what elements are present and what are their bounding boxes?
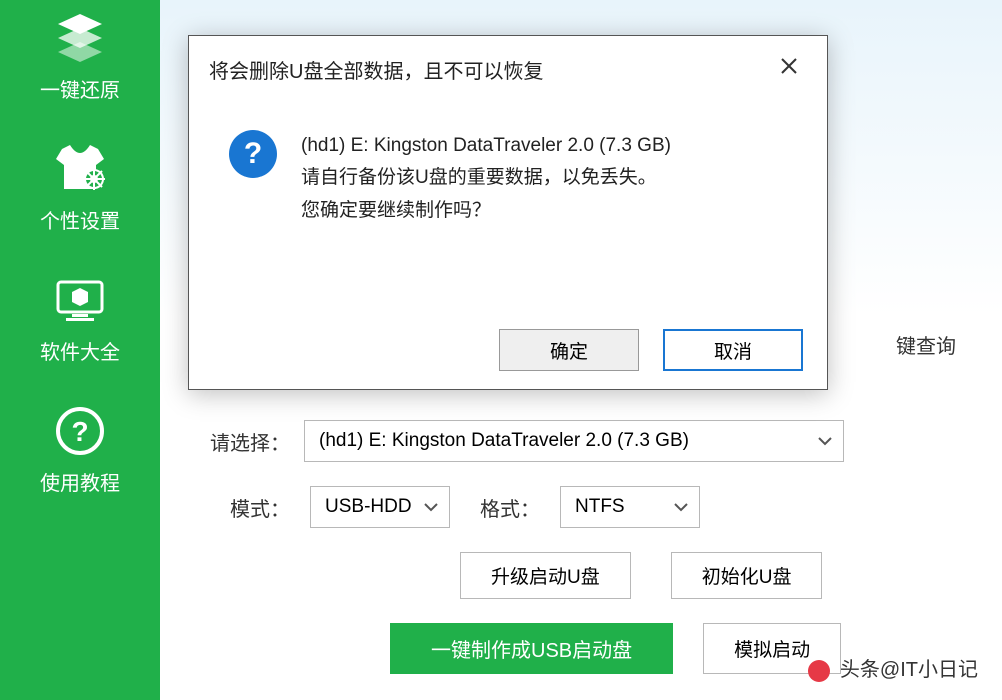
- dialog-title: 将会删除U盘全部数据，且不可以恢复: [209, 55, 543, 84]
- chevron-down-icon: [673, 496, 689, 518]
- upgrade-usb-button[interactable]: 升级启动U盘: [460, 552, 631, 599]
- format-label: 格式：: [470, 493, 540, 522]
- dialog-line2: 请自行备份该U盘的重要数据，以免丢失。: [301, 162, 671, 194]
- mode-label: 模式：: [200, 493, 290, 522]
- select-device-label: 请选择：: [200, 427, 290, 456]
- tshirt-gear-icon: [50, 139, 110, 199]
- device-select[interactable]: (hd1) E: Kingston DataTraveler 2.0 (7.3 …: [304, 420, 844, 462]
- chevron-down-icon: [817, 430, 833, 452]
- init-usb-button[interactable]: 初始化U盘: [671, 552, 823, 599]
- mode-select-value: USB-HDD: [325, 496, 412, 518]
- dialog-message: (hd1) E: Kingston DataTraveler 2.0 (7.3 …: [301, 130, 671, 227]
- key-query-fragment: 键查询: [896, 330, 956, 359]
- confirm-dialog: 将会删除U盘全部数据，且不可以恢复 ? (hd1) E: Kingston Da…: [188, 35, 828, 390]
- chevron-down-icon: [423, 496, 439, 518]
- sidebar-item-tutorial[interactable]: ? 使用教程: [0, 393, 160, 504]
- make-usb-button[interactable]: 一键制作成USB启动盘: [390, 623, 673, 674]
- restore-stack-icon: [52, 8, 108, 68]
- sidebar-item-label: 一键还原: [40, 74, 120, 103]
- dialog-line1: (hd1) E: Kingston DataTraveler 2.0 (7.3 …: [301, 130, 671, 162]
- format-select-value: NTFS: [575, 496, 625, 518]
- watermark-dot-icon: [808, 660, 830, 682]
- mode-select[interactable]: USB-HDD: [310, 486, 450, 528]
- sidebar-item-label: 软件大全: [40, 336, 120, 365]
- dialog-line3: 您确定要继续制作吗？: [301, 195, 671, 227]
- sidebar-item-label: 使用教程: [40, 467, 120, 496]
- format-select[interactable]: NTFS: [560, 486, 700, 528]
- help-circle-icon: ?: [54, 401, 106, 461]
- cancel-button[interactable]: 取消: [663, 329, 803, 371]
- close-icon[interactable]: [771, 52, 807, 86]
- watermark-text: 头条@IT小日记: [840, 659, 978, 681]
- ok-button[interactable]: 确定: [499, 329, 639, 371]
- sidebar-item-settings[interactable]: 个性设置: [0, 131, 160, 242]
- watermark: 头条@IT小日记: [808, 653, 978, 682]
- question-icon: ?: [229, 130, 277, 178]
- sidebar-item-label: 个性设置: [40, 205, 120, 234]
- device-select-value: (hd1) E: Kingston DataTraveler 2.0 (7.3 …: [319, 430, 689, 452]
- sidebar-item-software[interactable]: 软件大全: [0, 262, 160, 373]
- monitor-cube-icon: [52, 270, 108, 330]
- sidebar: 一键还原 个性设置 软件大全 ?: [0, 0, 160, 700]
- svg-text:?: ?: [71, 416, 88, 447]
- sidebar-item-restore[interactable]: 一键还原: [0, 0, 160, 111]
